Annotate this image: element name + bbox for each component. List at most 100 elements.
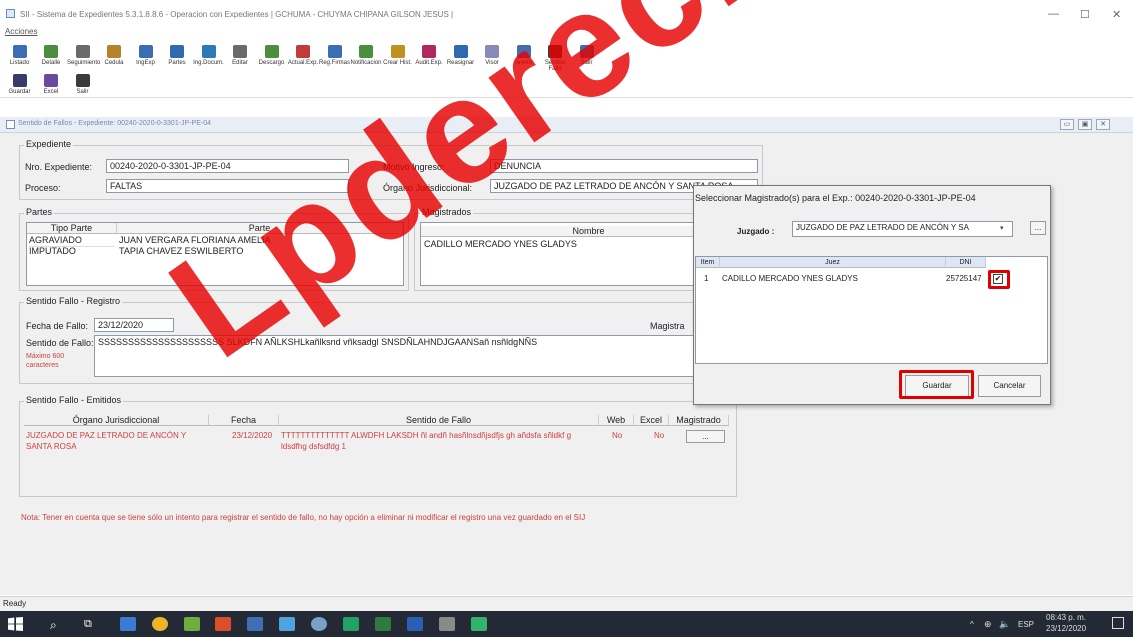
ver-magistrado-button[interactable]: ... [686, 430, 725, 443]
toolbar-button-sentido-fallo[interactable]: Sentido Fallo [540, 45, 571, 72]
dialog-cell-juez[interactable]: CADILLO MERCADO YNES GLADYS [722, 273, 942, 284]
toolbar-button-reasignar[interactable]: Reasignar [445, 45, 476, 66]
motivo-ingreso-field[interactable]: DENUNCIA [490, 159, 758, 173]
tray-chevron-icon[interactable]: ^ [970, 620, 974, 629]
language-indicator[interactable]: ESP [1018, 620, 1034, 629]
dialog-cell-dni[interactable]: 25725147 [946, 273, 986, 284]
form-title: Sentido de Fallos - Expediente: 00240-20… [18, 120, 212, 127]
toolbar-button-ing-docum-[interactable]: Ing.Docum. [193, 45, 224, 66]
table-row-cell[interactable]: TAPIA CHAVEZ ESWILBERTO [119, 246, 401, 257]
toolbar-icon [12, 45, 27, 58]
toolbar-button-ingexp[interactable]: IngExp [130, 45, 161, 66]
toolbar-button-descargo[interactable]: Descargo [256, 45, 287, 66]
app-icon-green[interactable] [375, 617, 391, 631]
toolbar-icon [296, 45, 310, 58]
nota-text: Nota: Tener en cuenta que se tiene sólo … [21, 513, 586, 522]
emitidos-cell-organo[interactable]: JUZGADO DE PAZ LETRADO DE ANCÓN Y SANTA … [26, 430, 209, 452]
app-icon [6, 9, 15, 18]
app-icon-gray[interactable] [439, 617, 455, 631]
status-bar [0, 596, 1133, 611]
table-row-cell[interactable]: IMPUTADO [29, 246, 115, 257]
motivo-ingreso-label: Motivo Ingreso: [383, 162, 445, 172]
search-icon[interactable]: ⌕ [50, 618, 57, 633]
toolbar-button-visor[interactable]: Visor [477, 45, 508, 66]
max-chars-note: Máximo 600 caracteres [26, 353, 65, 369]
menu-acciones[interactable]: Acciones [5, 27, 37, 36]
proceso-field[interactable]: FALTAS [106, 179, 349, 193]
excel-icon[interactable] [343, 617, 359, 631]
form-close-button[interactable]: ✕ [1096, 119, 1110, 130]
toolbar-button-anexo[interactable]: Anexo [508, 45, 539, 66]
word-icon[interactable] [407, 617, 423, 631]
emitidos-cell-web[interactable]: No [612, 430, 632, 441]
nro-expediente-field[interactable]: 00240-2020-0-3301-JP-PE-04 [106, 159, 349, 173]
toolbar-button-crear-hist-[interactable]: Crear Hist. [382, 45, 413, 66]
more-button[interactable]: ... [1030, 221, 1046, 235]
toolbar-icon [359, 45, 373, 58]
toolbar-button-detalle[interactable]: Detalle [36, 45, 67, 66]
file-explorer-icon[interactable] [120, 617, 136, 631]
juzgado-select[interactable]: JUZGADO DE PAZ LETRADO DE ANCÓN Y SA [792, 221, 1013, 237]
toolbar-button-partes[interactable]: Partes [162, 45, 193, 66]
close-button[interactable]: ✕ [1112, 8, 1121, 21]
organo-label: Órgano Jurisdiccional: [383, 183, 473, 193]
form-restore-button[interactable]: ▭ [1060, 119, 1074, 130]
maximize-button[interactable]: ☐ [1080, 8, 1090, 21]
toolbar-label: Partes [168, 60, 186, 66]
toolbar-button-guardar[interactable]: Guardar [4, 74, 35, 95]
cancelar-button[interactable]: Cancelar [978, 375, 1041, 397]
table-row-cell[interactable]: JUAN VERGARA FLORIANA AMELIA [119, 235, 401, 246]
app-sij-icon[interactable] [184, 617, 200, 631]
toolbar-label: Visor [485, 60, 499, 66]
form-maximize-button[interactable]: ▣ [1078, 119, 1092, 130]
toolbar-button-actual-exp-[interactable]: Actual.Exp. [288, 45, 319, 66]
app-icon-globe[interactable] [311, 617, 327, 631]
toolbar-icon [201, 45, 216, 58]
toolbar-icon [390, 45, 405, 58]
toolbar-label: Actual.Exp. [287, 60, 319, 66]
toolbar-label: Salir [76, 89, 89, 95]
toolbar-label: Guardar [8, 89, 31, 95]
emitidos-cell-excel[interactable]: No [654, 430, 674, 441]
task-view-icon[interactable]: ⧉ [84, 618, 92, 631]
clock-date[interactable]: 23/12/2020 [1046, 624, 1086, 633]
fecha-fallo-field[interactable]: 23/12/2020 [94, 318, 174, 332]
clock-time[interactable]: 08:43 p. m. [1046, 613, 1086, 622]
notifications-icon[interactable] [1112, 617, 1124, 629]
toolbar-icon [138, 45, 153, 58]
volume-icon[interactable]: 🔈 [999, 619, 1010, 630]
toolbar: Listado Detalle Seguimiento Cedula IngExp Par… [0, 40, 1133, 98]
emitidos-header-web: Web [599, 415, 634, 426]
toolbar-icon [44, 45, 58, 58]
app-icon-lightblue[interactable] [279, 617, 295, 631]
toolbar-button-notificacion[interactable]: Notificacion [351, 45, 382, 66]
network-icon[interactable]: ⊕ [984, 619, 992, 630]
toolbar-button-cedula[interactable]: Cedula [99, 45, 130, 66]
toolbar-icon [516, 45, 531, 58]
toolbar-button-editar[interactable]: Editar [225, 45, 256, 66]
chrome-icon[interactable] [152, 617, 168, 631]
window-title: SII - Sistema de Expedientes 5.3.1.8.8.6… [20, 10, 454, 19]
acrobat-icon[interactable] [215, 617, 231, 631]
toolbar-icon [264, 45, 279, 58]
dialog-cell-item[interactable]: 1 [704, 273, 718, 284]
minimize-button[interactable]: — [1048, 8, 1059, 20]
toolbar-button-salir[interactable]: Salir [67, 74, 98, 95]
sentido-fallo-textarea[interactable]: SSSSSSSSSSSSSSSSSSSSS SLKDFN AÑLKSHLkañl… [94, 335, 704, 377]
toolbar-button-seguimiento[interactable]: Seguimiento [67, 45, 100, 66]
toolbar-label: Anexo [514, 60, 532, 66]
juzgado-label: Juzgado : [737, 227, 775, 236]
emitidos-cell-fecha[interactable]: 23/12/2020 [232, 430, 277, 441]
partes-header-tipo: Tipo Parte [27, 223, 117, 234]
toolbar-button-audit-exp-[interactable]: Audit.Exp. [414, 45, 445, 66]
app-icon-diamond[interactable] [471, 617, 487, 631]
emitidos-header-magistrado: Magistrado [669, 415, 729, 426]
toolbar-button-listado[interactable]: Listado [4, 45, 35, 66]
toolbar-button-reg-firmas[interactable]: Reg.Firmas [319, 45, 350, 66]
toolbar-button-salir[interactable]: Salir [571, 45, 602, 66]
toolbar-button-excel[interactable]: Excel [36, 74, 67, 95]
chevron-down-icon[interactable]: ▾ [1000, 224, 1004, 232]
emitidos-cell-sentido[interactable]: TTTTTTTTTTTTTT ALWDFH LAKSDH ñl andñ has… [281, 430, 597, 452]
emitidos-header-organo: Órgano Jurisdiccional [24, 415, 209, 426]
app-icon-blue[interactable] [247, 617, 263, 631]
